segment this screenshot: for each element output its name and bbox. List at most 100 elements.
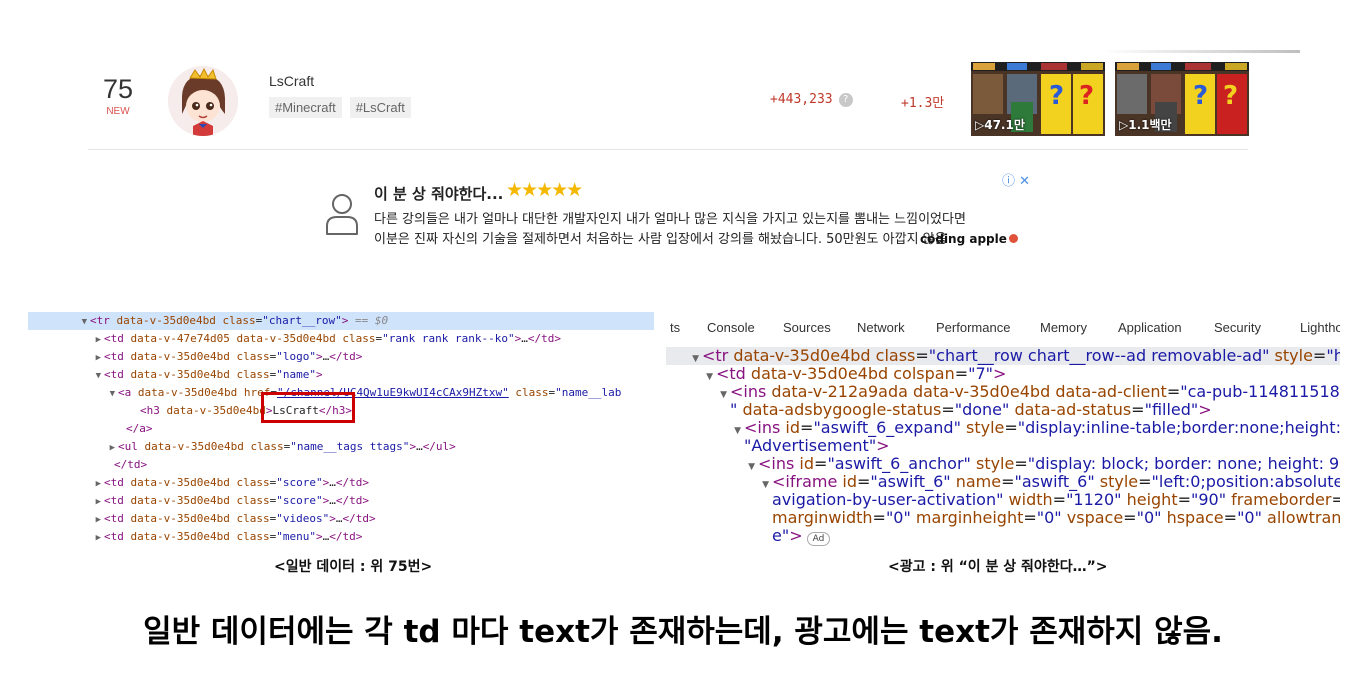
chart-row[interactable]: 75 NEW LsCraft #Minecraft #LsCraft +443,… bbox=[88, 56, 1249, 150]
code-token: "menu" bbox=[276, 530, 316, 543]
tag-minecraft[interactable]: #Minecraft bbox=[269, 97, 342, 118]
devtools-tab[interactable]: ts bbox=[670, 320, 680, 335]
code-token: </ul> bbox=[422, 440, 456, 453]
code-token: id bbox=[799, 454, 815, 473]
channel-avatar[interactable] bbox=[168, 66, 238, 136]
view-score: +1.3만 bbox=[901, 96, 945, 111]
devtools-tab[interactable]: Memory bbox=[1040, 320, 1087, 335]
expand-triangle-icon[interactable]: ▶ bbox=[28, 439, 118, 457]
tag-lscraft[interactable]: #LsCraft bbox=[349, 97, 411, 118]
help-icon[interactable]: ? bbox=[838, 93, 853, 107]
expand-triangle-icon[interactable]: ▶ bbox=[28, 349, 104, 367]
code-token: "name__lab bbox=[555, 386, 622, 399]
devtools-tab[interactable]: Sources bbox=[783, 320, 831, 335]
code-token: "0" bbox=[885, 508, 911, 527]
code-token: data-ad-client bbox=[1055, 382, 1167, 401]
svg-text:?: ? bbox=[1049, 81, 1064, 111]
code-token: = bbox=[1331, 490, 1340, 509]
expand-triangle-icon[interactable]: ▶ bbox=[28, 529, 104, 547]
code-token: style bbox=[970, 454, 1015, 473]
code-token: = bbox=[1223, 508, 1238, 527]
code-token: data-v-35d0e4bd bbox=[130, 476, 237, 489]
code-token: class bbox=[236, 512, 270, 525]
expand-triangle-icon[interactable]: ▶ bbox=[28, 331, 104, 349]
expand-triangle-icon[interactable]: ▶ bbox=[28, 475, 104, 493]
code-token: = bbox=[941, 400, 955, 419]
code-token: == $0 bbox=[348, 314, 389, 327]
code-token: "videos" bbox=[276, 512, 330, 525]
user-icon bbox=[326, 194, 358, 235]
subscriber-score-value: +443,233 bbox=[770, 92, 833, 107]
code-token: > bbox=[329, 512, 336, 525]
code-token: <tr bbox=[702, 346, 734, 365]
devtools-tabs: ts Console Sources Network Performance Memory… bbox=[666, 320, 1340, 342]
dom-node-line[interactable]: "Advertisement"> bbox=[666, 437, 1340, 455]
code-token: = bbox=[1023, 508, 1037, 527]
dom-node-line[interactable]: " data-adsbygoogle-status="done" data-ad… bbox=[666, 401, 1340, 419]
ad-choices-close-icon[interactable]: ⓘ ✕ bbox=[1002, 170, 1030, 189]
code-token: "name" bbox=[276, 368, 316, 381]
expand-triangle-icon[interactable]: ▶ bbox=[28, 511, 104, 529]
video-thumbnail-2[interactable]: ? ? ▷1.1백만 bbox=[1115, 62, 1249, 136]
code-token: = bbox=[814, 454, 828, 473]
code-token: … bbox=[329, 494, 336, 507]
code-token: = bbox=[1004, 418, 1018, 437]
code-token: "aswift_6_expand" bbox=[813, 418, 961, 437]
ad-title[interactable]: 이 분 상 줘야한다... bbox=[374, 183, 503, 204]
collapse-triangle-icon[interactable]: ▼ bbox=[28, 367, 104, 385]
code-token: class bbox=[236, 530, 270, 543]
svg-text:?: ? bbox=[1079, 81, 1094, 111]
video-thumbnail-1[interactable]: ? ? ▷47.1만 bbox=[971, 62, 1105, 136]
devtools-tab[interactable]: Network bbox=[857, 320, 905, 335]
rank-new-badge: NEW bbox=[106, 106, 130, 117]
dom-node-line[interactable]: ▼ <iframe id="aswift_6" name="aswift_6" s… bbox=[666, 473, 1340, 491]
dom-node-line[interactable]: ▶ <td data-v-35d0e4bd class="menu">…</td> bbox=[28, 528, 654, 546]
devtools-tab[interactable]: Lighthouse bbox=[1300, 320, 1340, 335]
devtools-tab[interactable]: Application bbox=[1118, 320, 1182, 335]
channel-name[interactable]: LsCraft bbox=[269, 73, 411, 89]
dom-node-line[interactable]: ▼ <td data-v-35d0e4bd colspan="7"> bbox=[666, 365, 1340, 383]
ad-brand[interactable]: coding apple bbox=[920, 232, 1018, 246]
dom-node-line[interactable]: ▼ <tr data-v-35d0e4bd class="chart__row">… bbox=[28, 312, 654, 330]
code-token: " bbox=[730, 400, 743, 419]
dom-node-line[interactable]: avigation-by-user-activation" width="112… bbox=[666, 491, 1340, 509]
code-token: > bbox=[789, 526, 803, 545]
collapse-triangle-icon[interactable]: ▼ bbox=[28, 313, 90, 331]
dom-node-line[interactable]: marginwidth="0" marginheight="0" vspace=… bbox=[666, 509, 1340, 527]
code-token: data-adsbygoogle-status bbox=[742, 400, 942, 419]
code-token: class bbox=[236, 476, 270, 489]
devtools-elements-ad: ts Console Sources Network Performance Memory… bbox=[666, 312, 1340, 550]
code-token: > bbox=[315, 350, 323, 363]
apple-icon bbox=[1008, 234, 1018, 243]
dom-node-line[interactable]: ▶ <td data-v-47e74d05 data-v-35d0e4bd cla… bbox=[28, 330, 654, 348]
advertisement[interactable]: 이 분 상 줘야한다... ★★★★★ 다른 강의들은 내가 얼마나 대단한 개… bbox=[318, 168, 1038, 258]
dom-node-line[interactable]: ▼ <ins id="aswift_6_expand" style="displa… bbox=[666, 419, 1340, 437]
code-token: <iframe bbox=[772, 472, 843, 491]
dom-node-line[interactable]: </td> bbox=[28, 456, 654, 474]
dom-node-line[interactable]: ▼ <tr data-v-35d0e4bd class="chart__row c… bbox=[666, 347, 1340, 365]
code-token: = bbox=[1014, 454, 1028, 473]
collapse-triangle-icon[interactable]: ▼ bbox=[28, 385, 118, 403]
dom-node-line[interactable]: ▶ <td data-v-35d0e4bd class="score">…</td… bbox=[28, 474, 654, 492]
code-token: "display: block; border: none; height: 9… bbox=[1027, 454, 1340, 473]
dom-node-line[interactable]: e"> Ad bbox=[666, 526, 1340, 546]
ad-badge[interactable]: Ad bbox=[806, 532, 831, 546]
dom-node-line[interactable]: ▶ <ul data-v-35d0e4bd class="name__tags t… bbox=[28, 438, 654, 456]
code-token: = bbox=[1166, 382, 1181, 401]
dom-node-line[interactable]: ▼ <ins data-v-212a9ada data-v-35d0e4bd da… bbox=[666, 383, 1340, 401]
code-token: <ins bbox=[730, 382, 772, 401]
dom-node-line[interactable]: ▼ <td data-v-35d0e4bd class="name"> bbox=[28, 366, 654, 384]
expand-triangle-icon[interactable]: ▶ bbox=[28, 493, 104, 511]
dom-node-line[interactable]: ▶ <td data-v-35d0e4bd class="videos">…</t… bbox=[28, 510, 654, 528]
code-token: data-v-35d0e4bd bbox=[130, 350, 237, 363]
code-token: "score" bbox=[276, 494, 323, 507]
code-token: </td> bbox=[527, 332, 561, 345]
dom-node-line[interactable]: ▼ <ins id="aswift_6_anchor" style="displa… bbox=[666, 455, 1340, 473]
devtools-tab[interactable]: Security bbox=[1214, 320, 1261, 335]
code-token: "0" bbox=[1237, 508, 1262, 527]
dom-node-line[interactable]: ▶ <td data-v-35d0e4bd class="score">…</td… bbox=[28, 492, 654, 510]
code-token: <a bbox=[118, 386, 138, 399]
devtools-tab[interactable]: Console bbox=[707, 320, 755, 335]
devtools-tab[interactable]: Performance bbox=[936, 320, 1010, 335]
dom-node-line[interactable]: ▶ <td data-v-35d0e4bd class="logo">…</td> bbox=[28, 348, 654, 366]
